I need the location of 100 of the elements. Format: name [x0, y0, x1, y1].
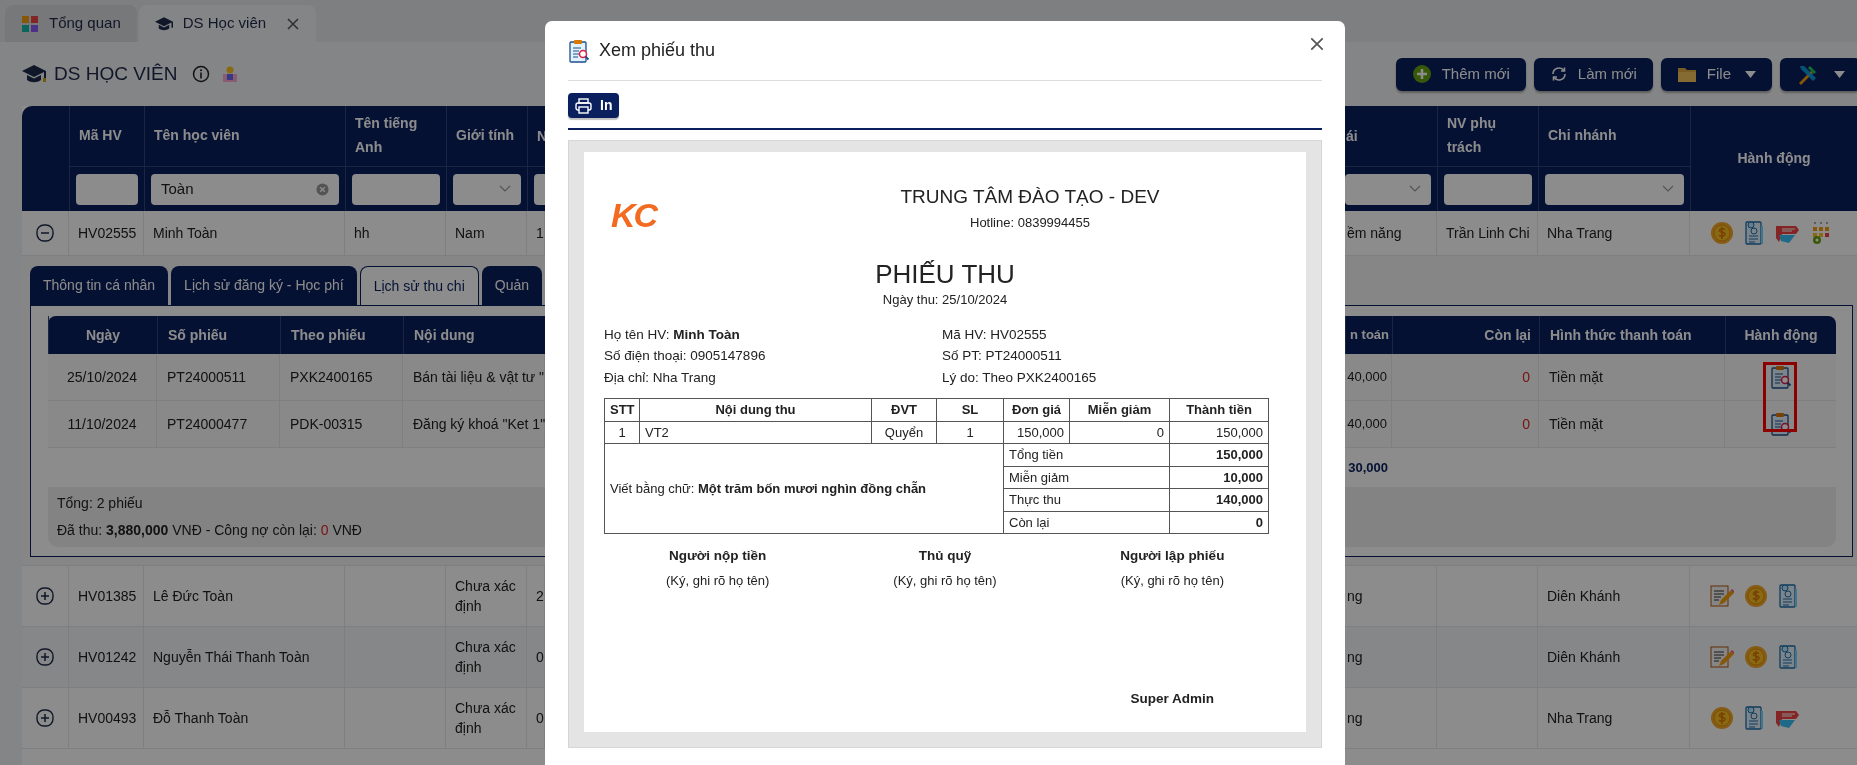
- receipt-date: Ngày thu: 25/10/2024: [882, 291, 1008, 309]
- signature-hint: (Ký, ghi rõ họ tên): [666, 572, 770, 591]
- table-cell-text: 2: [536, 586, 544, 606]
- column-header: Tên tiếng Anh: [345, 106, 446, 166]
- add-button[interactable]: Thêm mới: [1395, 57, 1526, 91]
- coin-icon[interactable]: [1744, 584, 1768, 608]
- table-cell-text: Minh Toàn: [153, 223, 218, 243]
- table-cell-text: ềm năng: [1347, 223, 1402, 243]
- table-cell: Còn lại: [1003, 511, 1170, 534]
- table-cell-text: 0: [1522, 367, 1530, 387]
- table-cell-text: Nha Trang: [1547, 708, 1613, 728]
- refresh-button[interactable]: Làm mới: [1533, 57, 1653, 91]
- expand-icon[interactable]: [36, 709, 54, 727]
- organization-name: TRUNG TÂM ĐÀO TẠO - DEV: [900, 184, 1160, 209]
- table-cell-text: PT24000511: [167, 367, 247, 387]
- table-cell-text: Nguyễn Thái Thanh Toàn: [153, 647, 310, 667]
- table-cell-text: PXK2400165: [290, 367, 373, 387]
- column-header: ĐVT: [871, 398, 937, 421]
- page-title: DS HỌC VIÊN: [54, 61, 178, 86]
- column-header: Giới tính: [446, 106, 527, 166]
- table-cell-text: PDK-00315: [290, 414, 363, 434]
- edit-icon[interactable]: [1710, 645, 1734, 669]
- table-cell: 1: [936, 421, 1004, 444]
- table-cell: 0: [1169, 511, 1269, 534]
- column-header: NV phụ trách: [1437, 106, 1538, 166]
- detail-tab[interactable]: Thông tin cá nhân: [30, 266, 169, 305]
- signature-role: Người nộp tiền: [668, 547, 767, 565]
- payment-summary: Đã thu: 3,880,000 VNĐ - Công nợ còn lại: 0 VNĐ: [57, 521, 362, 540]
- expand-icon[interactable]: [36, 648, 54, 666]
- table-cell-text: ng: [1347, 586, 1363, 606]
- table-cell: 150,000: [1169, 421, 1269, 444]
- info-line: Lý do: Theo PXK2400165: [942, 368, 1098, 387]
- signature-role: Người lập phiếu: [1120, 547, 1225, 565]
- table-cell: Miễn giảm: [1003, 466, 1170, 489]
- info-line: Số PT: PT24000511: [942, 347, 1063, 365]
- table-cell: 150,000: [1169, 443, 1269, 466]
- filter-select[interactable]: [1545, 173, 1684, 205]
- expand-icon[interactable]: [36, 587, 54, 605]
- document-icon[interactable]: [1744, 220, 1764, 246]
- teacher-icon: [221, 65, 238, 83]
- document-icon[interactable]: [1778, 583, 1798, 609]
- table-cell-text: 40,000: [1347, 415, 1387, 434]
- table-cell-text: Diên Khánh: [1547, 586, 1621, 606]
- receipt-count: Tổng: 2 phiếu: [57, 494, 143, 513]
- graduation-cap-icon: [22, 64, 46, 84]
- column-header: Miễn giảm: [1069, 398, 1170, 421]
- close-icon[interactable]: [1309, 35, 1325, 52]
- chevron-icon: [499, 185, 511, 193]
- table-cell-text: ng: [1347, 708, 1363, 728]
- table-cell: Quyển: [871, 421, 937, 444]
- clear-icon[interactable]: [316, 182, 329, 196]
- detail-tab[interactable]: Quản: [481, 266, 542, 305]
- table-cell-text: Chưa xác định: [455, 576, 517, 616]
- filter-field[interactable]: Toàn: [151, 173, 339, 205]
- dialog-title: Xem phiếu thu: [599, 39, 716, 62]
- printer-icon: [575, 97, 592, 114]
- table-cell-text: 1: [536, 223, 544, 243]
- table-cell-text: 0: [536, 647, 544, 667]
- table-cell-text: Trần Linh Chi: [1446, 223, 1530, 243]
- table-cell-text: ng: [1347, 647, 1363, 667]
- table-cell-text: 40,000: [1347, 368, 1387, 387]
- column-header: Tên học viên: [144, 106, 345, 166]
- edit-icon[interactable]: [1710, 584, 1734, 608]
- page-tab[interactable]: DS Học viên: [138, 5, 317, 42]
- document-icon[interactable]: [1744, 705, 1764, 731]
- collapse-icon[interactable]: [36, 224, 54, 242]
- clipboard-search-icon: [568, 38, 590, 63]
- signature-hint: (Ký, ghi rõ họ tên): [893, 572, 997, 591]
- info-line: Họ tên HV: Minh Toàn: [604, 325, 741, 344]
- column-header: Nội dung thu: [639, 398, 872, 421]
- file-button[interactable]: File: [1660, 57, 1772, 91]
- column-header: Thành tiền: [1169, 398, 1269, 421]
- coin-icon[interactable]: [1710, 706, 1734, 730]
- folder-icon: [1676, 65, 1697, 83]
- coin-icon[interactable]: [1710, 221, 1734, 245]
- table-cell-text: HV01242: [78, 647, 137, 667]
- tools-button[interactable]: [1780, 57, 1857, 91]
- filter-field[interactable]: [1444, 173, 1532, 205]
- table-cell-text: Lê Đức Toàn: [153, 586, 233, 606]
- detail-tab[interactable]: Lịch sử thu chi: [359, 266, 479, 305]
- filter-select[interactable]: [1345, 173, 1431, 205]
- info-line: Mã HV: HV02555: [942, 325, 1048, 344]
- table-cell-text: 0: [536, 708, 544, 728]
- info-line: Số điện thoại: 0905147896: [604, 347, 767, 365]
- table-cell-text: 11/10/2024: [67, 414, 137, 434]
- filter-select[interactable]: [453, 173, 521, 205]
- logo: KC: [611, 196, 657, 234]
- close-tab-icon[interactable]: [286, 16, 301, 31]
- table-cell: 1: [604, 421, 640, 444]
- coin-icon[interactable]: [1744, 645, 1768, 669]
- detail-tab[interactable]: Lịch sử đăng ký - Học phí: [171, 266, 357, 305]
- info-line: Địa chỉ: Nha Trang: [604, 368, 717, 387]
- filter-field[interactable]: [76, 173, 138, 205]
- page-tab[interactable]: Tổng quan: [5, 5, 137, 42]
- view-receipt-icon[interactable]: [1769, 365, 1792, 389]
- filter-field[interactable]: [352, 173, 440, 205]
- column-header: Chi nhánh: [1538, 106, 1690, 166]
- table-cell: 0: [1069, 421, 1170, 444]
- print-button[interactable]: In: [568, 93, 620, 118]
- document-icon[interactable]: [1778, 644, 1798, 670]
